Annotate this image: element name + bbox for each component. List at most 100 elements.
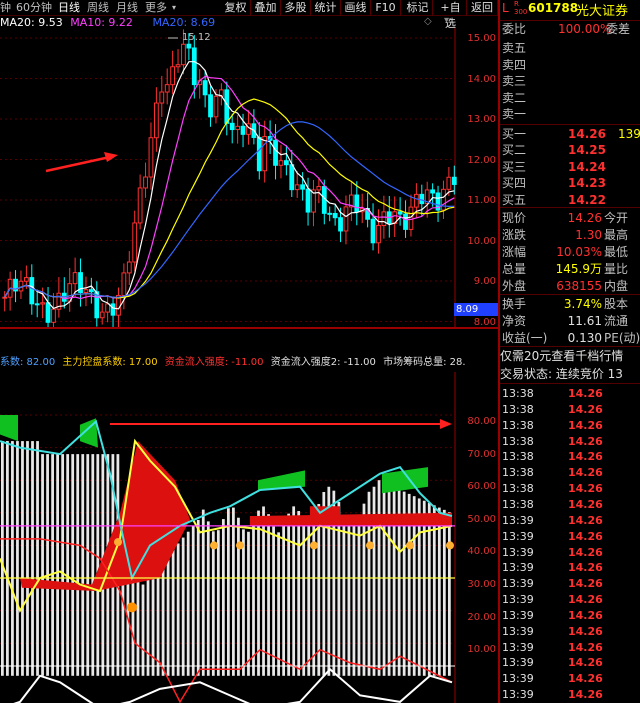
trade-tick-row: 13:38 14.26 bbox=[500, 434, 640, 449]
candlestick-chart[interactable] bbox=[0, 28, 498, 328]
candle-up bbox=[278, 160, 284, 166]
candle-down bbox=[34, 303, 40, 306]
trade-price: 14.26 bbox=[568, 402, 603, 416]
tab-minute[interactable]: 钟 bbox=[0, 0, 11, 16]
buy-price: 14.24 bbox=[568, 159, 606, 174]
buy-level-label: 买二 bbox=[502, 143, 527, 158]
weicha-label: 委差 bbox=[606, 22, 631, 36]
stat-label: 涨幅 bbox=[502, 245, 527, 259]
tab-daily[interactable]: 日线 bbox=[58, 0, 80, 16]
stat-row: 收益(一) 0.130 PE(动) bbox=[500, 330, 640, 346]
red-band bbox=[250, 512, 452, 526]
volume-bar bbox=[36, 441, 39, 676]
buy-price: 14.26 bbox=[568, 127, 606, 141]
volume-bar bbox=[151, 572, 155, 676]
trade-price: 14.26 bbox=[568, 529, 603, 543]
candle-up bbox=[164, 84, 170, 93]
annotation-arrowhead bbox=[440, 419, 452, 429]
settings-gear-icon[interactable]: ◇ bbox=[424, 16, 432, 27]
tab-monthly[interactable]: 月线 bbox=[116, 0, 138, 16]
ma20-line bbox=[4, 98, 455, 299]
volume-bar bbox=[382, 482, 386, 676]
indicator-chart[interactable] bbox=[0, 372, 498, 703]
sell-order-row: 卖五 bbox=[500, 40, 640, 56]
draw-line-button[interactable]: 画线 bbox=[341, 0, 371, 16]
candle-down bbox=[397, 211, 403, 215]
trade-time: 13:38 bbox=[502, 466, 534, 480]
mark-button[interactable]: 标记 bbox=[403, 0, 433, 16]
buy-level-label: 买三 bbox=[502, 159, 527, 174]
sell-level-label: 卖三 bbox=[502, 74, 527, 88]
restore-rights-button[interactable]: 复权 bbox=[221, 0, 251, 16]
sell-level-label: 卖一 bbox=[502, 107, 527, 121]
tab-more[interactable]: 更多 bbox=[145, 0, 167, 16]
stat-label-right: 最高 bbox=[604, 228, 629, 242]
trade-time: 13:38 bbox=[502, 497, 534, 511]
volume-bar bbox=[282, 526, 286, 676]
candle-down bbox=[29, 277, 35, 305]
indicator-labels: 系数: 82.00 主力控盘系数: 17.00 资金流入强度: -11.00 资… bbox=[0, 356, 466, 370]
candle-up bbox=[143, 176, 148, 189]
trade-price: 14.26 bbox=[568, 466, 603, 480]
price-axis-tick: 11.00 bbox=[467, 195, 496, 206]
weibi-value: 100.00% bbox=[558, 22, 612, 36]
volume-bar bbox=[292, 506, 296, 676]
f10-button[interactable]: F10 bbox=[371, 0, 401, 16]
volume-bar bbox=[432, 505, 436, 676]
multi-stock-button[interactable]: 多股 bbox=[281, 0, 311, 16]
sell-level-label: 卖四 bbox=[502, 57, 527, 72]
stock-name: 光大证券 bbox=[576, 4, 629, 19]
stat-row: 总量 145.9万 量比 bbox=[500, 261, 640, 277]
candle-up bbox=[126, 261, 132, 274]
stat-label-right: 量比 bbox=[604, 262, 629, 276]
candle-down bbox=[289, 164, 295, 191]
trade-price: 14.26 bbox=[568, 640, 603, 654]
price-axis-tick: 13.00 bbox=[467, 114, 496, 125]
volume-bar bbox=[297, 511, 301, 676]
volume-bar bbox=[56, 454, 60, 676]
book-divider bbox=[500, 124, 640, 125]
trade-time: 13:39 bbox=[502, 624, 534, 638]
trade-tick-row: 13:39 14.26 bbox=[500, 560, 640, 575]
stat-value: 10.03% bbox=[556, 245, 602, 259]
trade-time: 13:38 bbox=[502, 434, 534, 448]
trade-time: 13:39 bbox=[502, 545, 534, 559]
candle-down bbox=[370, 218, 376, 244]
level2-notice[interactable]: 仅需20元查看千档行情 bbox=[500, 348, 640, 364]
overlay-button[interactable]: 叠加 bbox=[251, 0, 281, 16]
candle-up bbox=[294, 184, 300, 191]
candle-down bbox=[419, 193, 425, 205]
trade-time: 13:38 bbox=[502, 402, 534, 416]
tab-weekly[interactable]: 周线 bbox=[87, 0, 109, 16]
main-control-label: 主力控盘系数: 17.00 bbox=[62, 357, 158, 368]
back-button[interactable]: 返回 bbox=[467, 0, 498, 16]
stat-row: 外盘 638155 内盘 bbox=[500, 278, 640, 294]
volume-bar bbox=[242, 529, 245, 676]
volume-bar bbox=[201, 509, 205, 676]
ma5-line bbox=[4, 61, 455, 310]
volume-bar bbox=[227, 508, 230, 676]
dropdown-icon[interactable]: ▾ bbox=[444, 15, 449, 26]
signal-marker bbox=[310, 541, 318, 550]
buy-order-row: 买三 14.24 bbox=[500, 159, 640, 175]
volume-bar bbox=[196, 519, 200, 676]
volume-bar bbox=[171, 549, 175, 676]
volume-bar bbox=[191, 525, 195, 676]
volume-bar bbox=[11, 441, 14, 676]
statistics-button[interactable]: 统计 bbox=[311, 0, 341, 16]
stats-divider bbox=[500, 207, 640, 208]
more-dropdown-icon[interactable]: ▾ bbox=[172, 0, 176, 16]
volume-bar bbox=[277, 532, 280, 676]
volume-bar bbox=[76, 454, 80, 676]
tab-60min[interactable]: 60分钟 bbox=[16, 0, 52, 16]
volume-bar bbox=[66, 454, 70, 676]
buy-level-label: 买四 bbox=[502, 176, 527, 191]
add-favorite-button[interactable]: +自选 bbox=[435, 0, 467, 30]
candle-down bbox=[300, 184, 306, 190]
candle-down bbox=[283, 160, 289, 166]
volume-bar bbox=[86, 454, 90, 676]
volume-bar bbox=[347, 524, 351, 676]
volume-bar bbox=[357, 516, 361, 676]
trade-tick-row: 13:38 14.26 bbox=[500, 449, 640, 464]
high-price-label: 15.12 bbox=[182, 32, 211, 43]
